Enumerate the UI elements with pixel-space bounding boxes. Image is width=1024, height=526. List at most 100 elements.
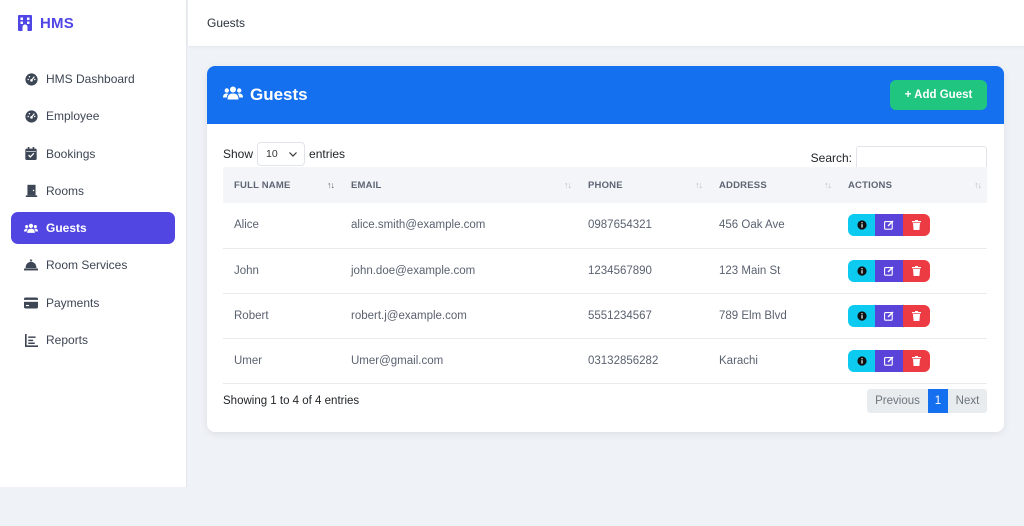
cell-actions [837, 293, 987, 339]
column-header-email[interactable]: EMAIL ↑↓ [340, 167, 577, 203]
sidebar-item-reports[interactable]: Reports [11, 324, 175, 356]
users-icon [24, 221, 38, 235]
gauge-icon [24, 109, 38, 123]
sidebar-item-employee[interactable]: Employee [11, 100, 175, 132]
edit-icon [884, 310, 894, 321]
column-header-phone[interactable]: PHONE ↑↓ [577, 167, 708, 203]
sidebar-item-label: HMS Dashboard [46, 72, 135, 86]
entries-label: entries [309, 147, 346, 161]
sidebar-item-rooms[interactable]: Rooms [11, 175, 175, 207]
card-title: Guests [223, 85, 308, 105]
column-header-address[interactable]: ADDRESS ↑↓ [708, 167, 837, 203]
sidebar-item-guests[interactable]: Guests [11, 212, 175, 245]
entries-select[interactable]: 10 [257, 142, 306, 166]
credit-card-icon [24, 296, 38, 310]
view-button[interactable] [848, 259, 876, 282]
sort-icon: ↑↓ [695, 180, 703, 190]
table-row: John john.doe@example.com 1234567890 123… [223, 248, 987, 294]
card-header: Guests + Add Guest [207, 66, 1004, 124]
brand[interactable]: HMS [0, 0, 186, 46]
entries-control: Show 10 entries [223, 142, 345, 170]
trash-icon [911, 310, 921, 321]
delete-button[interactable] [902, 349, 930, 372]
edit-icon [884, 265, 894, 276]
page-title: Guests [207, 16, 246, 30]
table-row: Alice alice.smith@example.com 0987654321… [223, 203, 987, 249]
concierge-bell-icon [24, 258, 38, 272]
chart-icon [24, 333, 38, 347]
next-page-button[interactable]: Next [948, 389, 987, 413]
page-1-button[interactable]: 1 [928, 389, 948, 413]
cell-address: 123 Main St [708, 248, 837, 294]
entries-info: Showing 1 to 4 of 4 entries [223, 395, 360, 407]
hotel-icon [17, 15, 33, 31]
gauge-icon [24, 72, 38, 86]
cell-name: Alice [223, 203, 340, 249]
guests-table: FULL NAME ↑↓ EMAIL ↑↓ PHONE ↑↓ ADDRESS ↑↓ AC… [223, 167, 987, 384]
cell-phone: 5551234567 [577, 293, 708, 339]
cell-name: Robert [223, 293, 340, 339]
add-guest-button[interactable]: + Add Guest [890, 80, 987, 110]
sidebar-item-label: Payments [46, 295, 100, 310]
sort-icon: ↑↓ [824, 180, 832, 190]
row-actions [848, 259, 930, 282]
column-header-actions[interactable]: ACTIONS ↑↓ [837, 167, 987, 203]
sidebar-item-label: Reports [46, 333, 89, 348]
view-button[interactable] [848, 349, 876, 372]
info-icon [857, 310, 867, 321]
cell-phone: 03132856282 [577, 338, 708, 384]
delete-button[interactable] [902, 304, 930, 327]
trash-icon [911, 265, 921, 276]
cell-address: 789 Elm Blvd [708, 293, 837, 339]
sidebar-item-label: Rooms [46, 183, 85, 198]
row-actions [848, 304, 930, 327]
view-button[interactable] [848, 304, 876, 327]
cell-address: 456 Oak Ave [708, 203, 837, 249]
delete-button[interactable] [902, 214, 930, 237]
sidebar-item-label: Employee [46, 109, 100, 124]
card-title-text: Guests [250, 85, 308, 104]
delete-button[interactable] [902, 259, 930, 282]
view-button[interactable] [848, 214, 876, 237]
door-icon [24, 184, 38, 198]
edit-button[interactable] [875, 304, 903, 327]
table-row: Robert robert.j@example.com 5551234567 7… [223, 293, 987, 339]
calendar-check-icon [24, 147, 38, 161]
trash-icon [911, 220, 921, 231]
sidebar-nav: HMS Dashboard Employee Bookings Rooms Gu… [0, 63, 186, 356]
info-icon [857, 220, 867, 230]
sidebar-item-hms-dashboard[interactable]: HMS Dashboard [11, 63, 175, 95]
cell-actions [837, 338, 987, 384]
cell-email: john.doe@example.com [340, 248, 577, 294]
edit-button[interactable] [875, 214, 903, 237]
cell-email: alice.smith@example.com [340, 203, 577, 249]
chevron-down-icon [289, 148, 297, 160]
edit-button[interactable] [875, 349, 903, 372]
sidebar-item-payments[interactable]: Payments [11, 287, 175, 319]
sidebar-item-bookings[interactable]: Bookings [11, 138, 175, 170]
cell-name: Umer [223, 338, 340, 384]
row-actions [848, 214, 930, 237]
cell-email: Umer@gmail.com [340, 338, 577, 384]
row-actions [848, 349, 930, 372]
table-row: Umer Umer@gmail.com 03132856282 Karachi [223, 338, 987, 384]
table-controls: Show 10 entries Search: [207, 124, 1004, 170]
edit-button[interactable] [875, 259, 903, 282]
search-label: Search: [810, 151, 852, 165]
table-header-row: FULL NAME ↑↓ EMAIL ↑↓ PHONE ↑↓ ADDRESS ↑↓ AC… [223, 167, 987, 203]
info-icon [857, 265, 867, 276]
sort-icon: ↑↓ [564, 180, 572, 190]
edit-icon [884, 355, 894, 366]
column-header-full-name[interactable]: FULL NAME ↑↓ [223, 167, 340, 203]
previous-page-button[interactable]: Previous [867, 389, 928, 413]
cell-email: robert.j@example.com [340, 293, 577, 339]
cell-phone: 0987654321 [577, 203, 708, 249]
sort-icon: ↑↓ [327, 180, 335, 190]
show-label: Show [223, 147, 254, 161]
table-footer: Showing 1 to 4 of 4 entries Previous 1 N… [223, 389, 987, 413]
sidebar-item-room-services[interactable]: Room Services [11, 249, 175, 281]
sort-icon: ↑↓ [974, 180, 982, 190]
cell-address: Karachi [708, 338, 837, 384]
pagination: Previous 1 Next [867, 389, 987, 413]
edit-icon [884, 220, 894, 230]
